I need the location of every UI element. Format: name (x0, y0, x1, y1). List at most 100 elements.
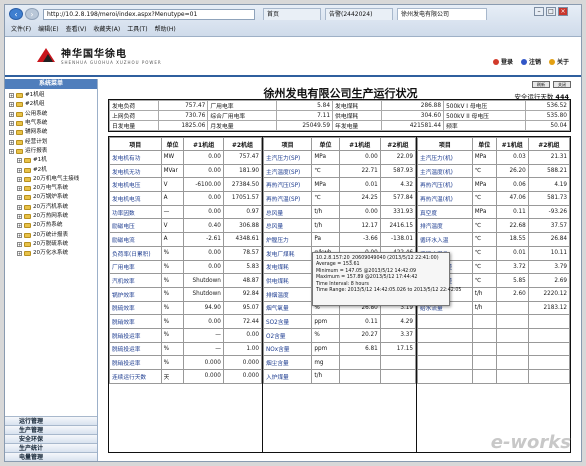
tab-xuzhou[interactable]: 徐州发电有限公司 (397, 8, 487, 20)
table-row: 烟尘含量 mg (262, 355, 417, 370)
sidebar-item-label: 20万化水系统 (33, 250, 69, 257)
table-row: 锅炉效率% Shutdown 92.84 (109, 286, 263, 302)
table-cell: 3.37 (379, 327, 417, 343)
about-link[interactable]: 关于 (548, 57, 569, 66)
summary-value: 536.52 (525, 100, 570, 111)
login-link[interactable]: 登录 (492, 57, 513, 66)
table-cell: NOx含量 (262, 341, 313, 357)
summary-label: 频率 (443, 120, 527, 131)
table-cell: % (160, 355, 185, 370)
table-row: 汽机效率% Shutdown 48.87 (109, 273, 263, 288)
expand-icon[interactable]: + (9, 111, 14, 117)
folder-icon (24, 232, 31, 238)
sidebar-item[interactable]: +20万汽机系统 (9, 203, 97, 212)
expand-icon[interactable]: + (17, 223, 22, 229)
table-cell: A (160, 232, 185, 247)
menu-edit[interactable]: 编辑(E) (38, 23, 58, 36)
expand-icon[interactable]: + (17, 186, 22, 192)
expand-icon[interactable]: + (17, 241, 22, 247)
expand-icon[interactable]: + (9, 130, 14, 136)
sidebar-item[interactable]: +20万热网系统 (9, 212, 97, 221)
menu-favorites[interactable]: 收藏夹(A) (93, 23, 120, 36)
table-cell: 17051.57 (222, 191, 263, 206)
maximize-icon[interactable]: □ (546, 7, 556, 16)
folder-icon (24, 251, 31, 257)
sidebar-bottom-item[interactable]: 安全环保 (5, 434, 97, 443)
expand-icon[interactable]: + (17, 214, 22, 219)
sidebar-item[interactable]: +20万统计报表 (9, 230, 97, 239)
refresh-button[interactable]: 刷新 (532, 81, 550, 88)
table-cell (417, 369, 473, 384)
table-cell: 0.03 (495, 150, 529, 165)
table-cell: -2.61 (183, 232, 224, 247)
close-button[interactable]: 关闭 (553, 81, 571, 88)
table-row (417, 314, 571, 329)
expand-icon[interactable]: + (17, 176, 22, 182)
sidebar-item[interactable]: + 公用系统 (9, 110, 97, 119)
sidebar-item[interactable]: + #2机 (9, 165, 97, 174)
table-cell: 主汽温度(机) (417, 163, 473, 179)
table-cell: ppm (311, 341, 340, 357)
table-row: 脱硝投运率% —0.00 (109, 327, 263, 343)
expand-icon[interactable]: + (17, 251, 22, 257)
expand-icon[interactable]: + (17, 195, 22, 201)
sidebar-item[interactable]: + #1机组 (9, 91, 97, 100)
close-icon[interactable]: × (558, 7, 568, 16)
sidebar-bottom-item[interactable]: 运行管理 (5, 416, 97, 425)
table-row: 总风量 t/h 0.00 331.93 (262, 204, 417, 220)
address-bar[interactable]: http://10.2.8.198/meroi/index.aspx?Menut… (43, 9, 255, 20)
sidebar-item[interactable]: +20万脱硫系统 (9, 240, 97, 249)
minimize-icon[interactable]: – (534, 7, 544, 16)
expand-icon[interactable]: + (9, 148, 14, 154)
table-row: SO2含量 ppm 0.11 4.29 (262, 314, 417, 329)
table-cell: O2含量 (262, 327, 313, 343)
sidebar-item[interactable]: + #1机 (9, 156, 97, 165)
table-cell (417, 355, 473, 370)
sidebar-item[interactable]: +20万化水系统 (9, 249, 97, 258)
summary-value: 286.88 (380, 100, 445, 111)
sidebar-bottom-item[interactable]: 生产管理 (5, 425, 97, 434)
sidebar-item[interactable]: + 运行报表 (9, 147, 97, 156)
table-cell: 21.31 (527, 150, 571, 165)
sidebar-item[interactable]: + 辅网系统 (9, 128, 97, 137)
sidebar-item[interactable]: +20万电气系统 (9, 184, 97, 193)
menu-file[interactable]: 文件(F) (11, 23, 31, 36)
browser-chrome: ‹ › http://10.2.8.198/meroi/index.aspx?M… (5, 5, 581, 37)
expand-icon[interactable]: + (17, 167, 22, 173)
expand-icon[interactable]: + (17, 232, 22, 238)
sidebar-item[interactable]: +20万热系统 (9, 221, 97, 230)
expand-icon[interactable]: + (9, 121, 14, 127)
menu-view[interactable]: 查看(V) (66, 23, 87, 36)
forward-icon[interactable]: › (25, 8, 39, 20)
logout-link[interactable]: 注销 (520, 57, 541, 66)
sidebar-item[interactable]: +20万机电气主接线 (9, 175, 97, 184)
column-header: 单位 (160, 137, 185, 151)
table-cell: ℃ (471, 218, 497, 234)
table-cell (379, 355, 417, 370)
sidebar-item[interactable]: + 电气系统 (9, 119, 97, 128)
menu-help[interactable]: 帮助(H) (155, 23, 176, 36)
sidebar-item[interactable]: + 经营计划 (9, 137, 97, 146)
folder-icon (24, 158, 31, 164)
expand-icon[interactable]: + (9, 93, 14, 99)
table-cell: 0.00 (183, 191, 224, 206)
expand-icon[interactable]: + (9, 102, 14, 108)
sidebar-bottom-item[interactable]: 电量管理 (5, 452, 97, 461)
sidebar-bottom-item[interactable]: 生产统计 (5, 443, 97, 452)
table-cell: 0.00 (222, 327, 263, 343)
table-cell: 22.09 (379, 150, 417, 165)
sidebar-item[interactable]: +20万锅炉系统 (9, 193, 97, 202)
back-icon[interactable]: ‹ (9, 8, 23, 20)
tab-alarm[interactable]: 告警(2442024) (325, 8, 393, 20)
tab-home[interactable]: 首页 (263, 8, 321, 20)
table-cell (471, 341, 497, 357)
table-cell: 再热汽压(SP) (262, 177, 313, 193)
table-cell: 供电煤耗 (262, 273, 313, 288)
menu-tools[interactable]: 工具(T) (127, 23, 147, 36)
sidebar-item[interactable]: + #2机组 (9, 100, 97, 109)
table-cell (417, 314, 473, 329)
expand-icon[interactable]: + (17, 158, 22, 164)
expand-icon[interactable]: + (9, 139, 14, 145)
table-cell (471, 355, 497, 370)
expand-icon[interactable]: + (17, 204, 22, 210)
